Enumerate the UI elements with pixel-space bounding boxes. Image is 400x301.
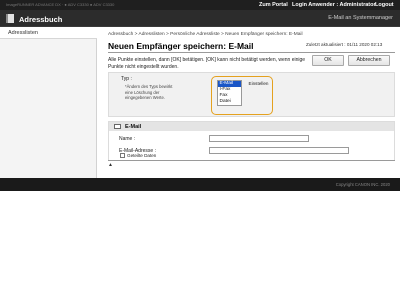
breadcrumb: Adressbuch > Adresslisten > Persönliche …	[108, 32, 303, 37]
top-bar: ImageRUNNER ADVANCE DX · ● ADV C3330 ● A…	[0, 0, 400, 10]
mail-icon	[114, 124, 121, 129]
shared-data-label: Geteilte Daten	[127, 153, 157, 158]
title-bar: Adressbuch E-Mail an Systemmanager	[0, 10, 400, 27]
email-section-title: E-Mail	[125, 123, 142, 130]
sidebar: Adresslisten	[0, 27, 97, 178]
app-title: Adressbuch	[19, 14, 63, 24]
email-address-field[interactable]	[209, 147, 349, 154]
address-book-icon	[6, 14, 14, 23]
footer: Copyright CANON INC. 2020	[0, 178, 400, 191]
name-field[interactable]	[209, 135, 309, 142]
cancel-button[interactable]: Abbrechen	[348, 55, 390, 66]
login-user: Login Anwender : Administrator	[292, 1, 376, 8]
instructions: Alle Punkte einstellen, dann [OK] betäti…	[108, 57, 306, 70]
title-divider	[108, 52, 395, 53]
copyright: Copyright CANON INC. 2020	[335, 182, 390, 187]
type-note: *Ändern des Typs bewirkt eine Löschung d…	[125, 84, 173, 100]
portal-link[interactable]: Zum Portal	[259, 2, 288, 8]
email-section-header: E-Mail	[109, 122, 394, 131]
last-updated: Zuletzt aktualisiert : 01/11 2020 02:13	[306, 42, 383, 47]
bottom-divider	[108, 160, 395, 161]
page-top-icon[interactable]: ▲	[108, 162, 113, 168]
type-section: Typ : *Ändern des Typs bewirkt eine Lösc…	[108, 72, 395, 117]
logout-link[interactable]: Logout	[375, 2, 394, 8]
type-option-file[interactable]: Datei	[218, 99, 241, 105]
email-section: E-Mail Name : E-Mail-Adresse : Geteilte …	[108, 121, 395, 161]
name-label: Name :	[119, 136, 136, 142]
page-title: Neuen Empfänger speichern: E-Mail	[108, 41, 254, 51]
sidebar-item-address-lists[interactable]: Adresslisten	[0, 27, 97, 39]
email-sysadmin-link[interactable]: E-Mail an Systemmanager	[328, 15, 393, 21]
type-label: Typ :	[121, 76, 132, 82]
shared-data-checkbox[interactable]	[120, 153, 125, 158]
set-type-button[interactable]: Einstellen	[246, 80, 271, 88]
type-dropdown[interactable]: E-Mail I-Fax Fax Datei	[217, 80, 242, 106]
main-content: Adressbuch > Adresslisten > Persönliche …	[98, 27, 400, 178]
ok-button[interactable]: OK	[312, 55, 344, 66]
device-name: ImageRUNNER ADVANCE DX · ● ADV C3330 ● A…	[6, 2, 115, 7]
